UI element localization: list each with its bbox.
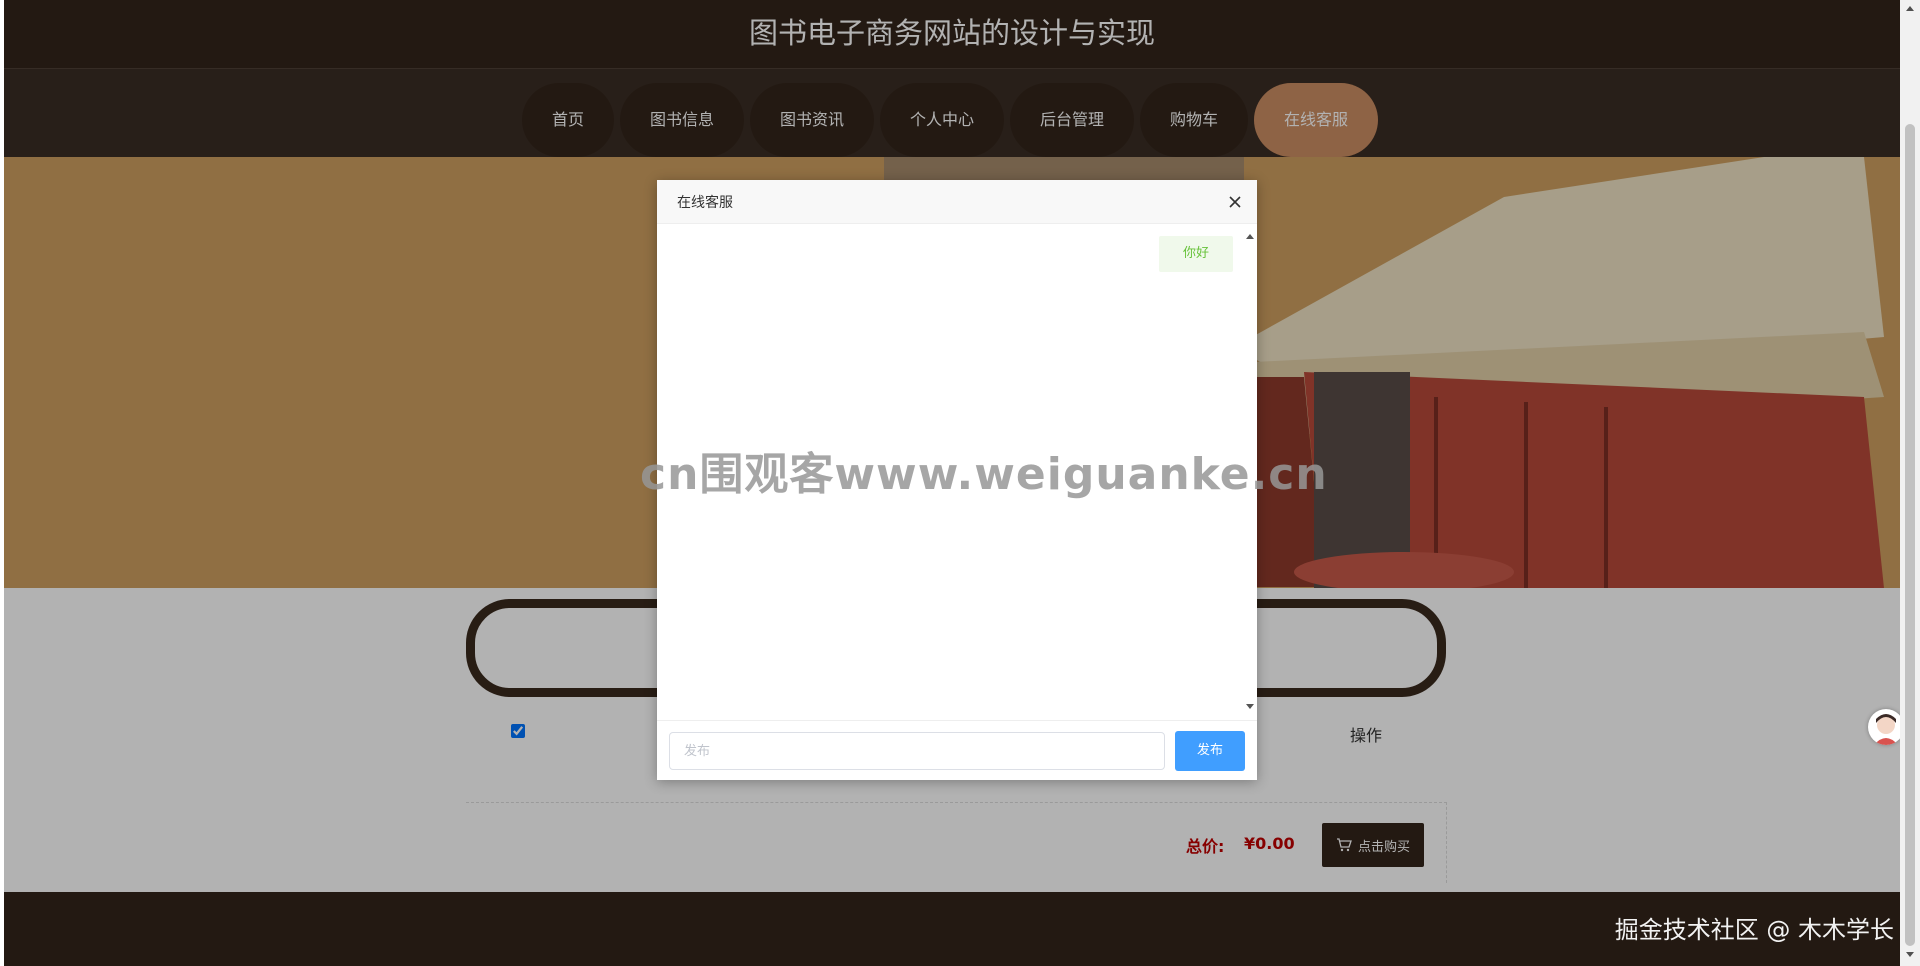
page: 图书电子商务网站的设计与实现 首页 图书信息 图书资讯 个人中心 后台管理 购物… [0,0,1920,966]
close-icon[interactable] [1227,194,1243,210]
credit-watermark: 掘金技术社区 @ 木木学长 [1614,916,1894,944]
send-button[interactable]: 发布 [1175,731,1245,771]
site: 图书电子商务网站的设计与实现 首页 图书信息 图书资讯 个人中心 后台管理 购物… [4,0,1900,966]
scrollbar-up-arrow[interactable] [1906,6,1914,11]
scrollbar-thumb[interactable] [1905,124,1915,946]
chat-input[interactable] [669,732,1165,770]
chat-scroll-up-arrow[interactable] [1246,234,1254,239]
avatar-icon [1874,714,1898,745]
chat-message: 你好 [1159,236,1233,272]
dialog-header: 在线客服 [657,180,1257,224]
dialog-title: 在线客服 [677,195,733,211]
scrollbar-down-arrow[interactable] [1906,952,1914,957]
chat-scroll-down-arrow[interactable] [1246,704,1254,709]
avatar[interactable] [1868,709,1900,745]
browser-scrollbar[interactable] [1900,0,1920,966]
watermark: cn围观客www.weiguanke.cn [640,449,1328,500]
